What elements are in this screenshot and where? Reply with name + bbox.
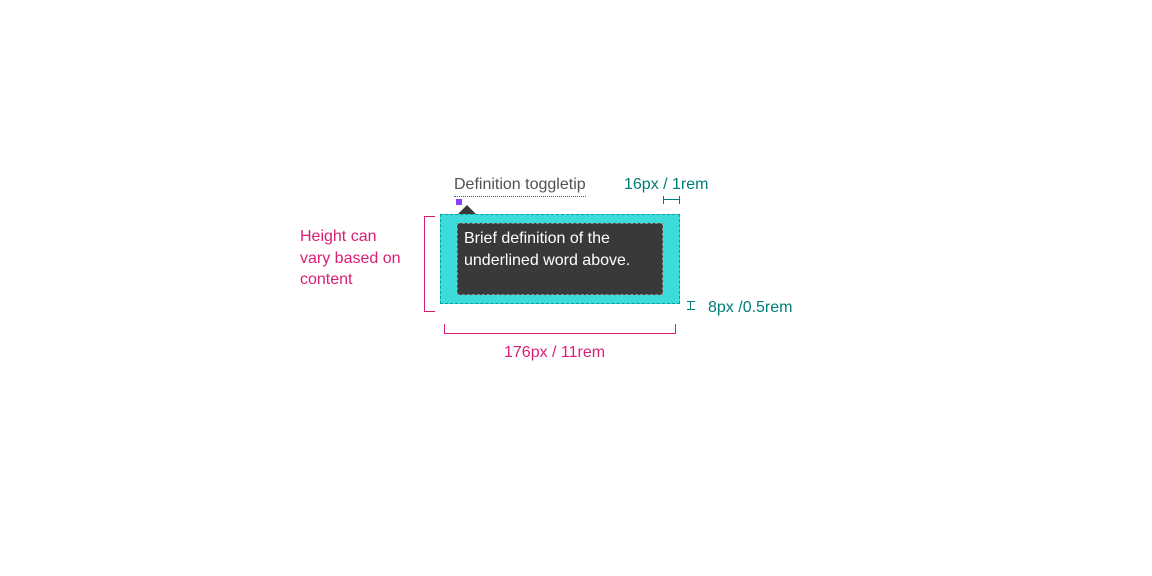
pad-y-measure-bracket-icon: [690, 301, 698, 310]
pad-x-measure-bracket-icon: [663, 199, 680, 207]
height-annotation: Height can vary based on content: [300, 226, 410, 291]
tooltip-padding-highlight: Brief definition of the underlined word …: [440, 214, 680, 304]
toggletip-trigger[interactable]: Definition toggletip: [454, 176, 586, 197]
spec-diagram: Definition toggletip Brief definition of…: [0, 0, 1152, 576]
width-measure-bracket-icon: [444, 324, 676, 334]
width-annotation: 176px / 11rem: [504, 344, 605, 362]
tooltip-caret-icon: [458, 205, 476, 214]
height-measure-bracket-icon: [424, 216, 434, 312]
pad-x-annotation: 16px / 1rem: [624, 176, 708, 194]
pad-y-annotation: 8px /0.5rem: [708, 299, 792, 317]
tooltip: Brief definition of the underlined word …: [440, 214, 680, 304]
tooltip-body: Brief definition of the underlined word …: [457, 223, 663, 295]
